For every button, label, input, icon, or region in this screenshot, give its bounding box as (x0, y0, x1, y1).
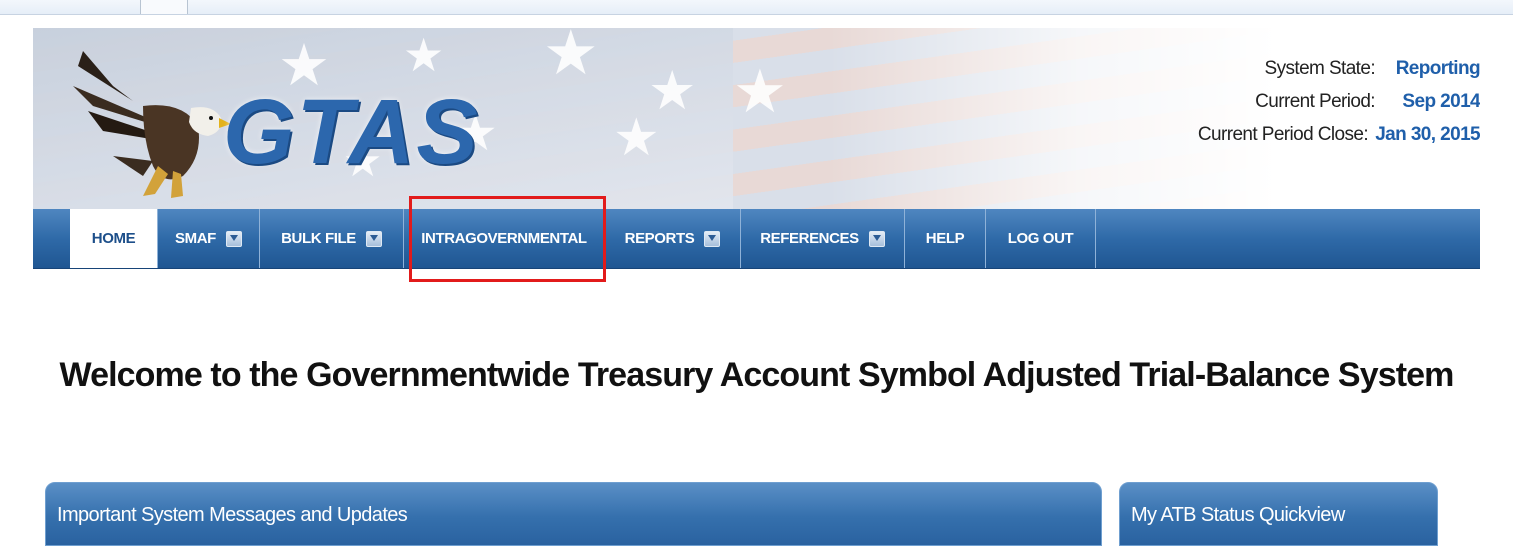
welcome-heading: Welcome to the Governmentwide Treasury A… (59, 356, 1455, 394)
star-icon: ★ (543, 28, 599, 89)
nav-bulk-file-label: BULK FILE (281, 230, 356, 247)
star-icon: ★ (733, 57, 787, 127)
atb-status-panel: My ATB Status Quickview (1119, 482, 1438, 546)
messages-panel-title: Important System Messages and Updates (57, 504, 408, 526)
nav-references-label: REFERENCES (760, 230, 859, 247)
header-banner: ★ ★ ★ ★ ★ ★ ★ ★ GTAS System State: Repor… (33, 28, 1480, 209)
current-period-value: Sep 2014 (1402, 91, 1480, 112)
nav-log-out-label: LOG OUT (1007, 230, 1074, 247)
chevron-down-icon[interactable] (704, 230, 721, 247)
eagle-icon (73, 51, 231, 198)
atb-status-panel-title: My ATB Status Quickview (1131, 504, 1345, 526)
nav-help[interactable]: HELP (905, 209, 986, 268)
nav-home[interactable]: HOME (70, 209, 157, 268)
nav-home-label: HOME (91, 230, 136, 247)
system-state-value: Reporting (1395, 58, 1480, 79)
nav-bulk-file[interactable]: BULK FILE (260, 209, 404, 268)
system-state-label: System State: (1264, 58, 1376, 79)
chevron-down-icon[interactable] (225, 230, 242, 247)
system-status-panel: System State: Reporting Current Period: … (1150, 54, 1480, 153)
nav-smaf-label: SMAF (175, 230, 216, 247)
messages-panel: Important System Messages and Updates (45, 482, 1102, 546)
nav-intragovernmental[interactable]: INTRAGOVERNMENTAL (404, 209, 605, 268)
nav-reports-label: REPORTS (624, 230, 695, 247)
nav-intragovernmental-label: INTRAGOVERNMENTAL (421, 230, 587, 247)
nav-log-out[interactable]: LOG OUT (986, 209, 1096, 268)
chevron-down-icon[interactable] (365, 230, 382, 247)
current-period-row: Current Period: Sep 2014 (1150, 87, 1480, 120)
chevron-down-icon[interactable] (868, 230, 885, 247)
period-close-row: Current Period Close: Jan 30, 2015 (1150, 120, 1480, 153)
gtas-logo[interactable]: GTAS (73, 46, 478, 206)
system-state-row: System State: Reporting (1150, 54, 1480, 87)
browser-tab-edge (140, 0, 188, 14)
main-nav: HOME SMAF BULK FILE INTRAGOVERNMENTAL RE… (33, 209, 1480, 269)
period-close-value: Jan 30, 2015 (1375, 124, 1480, 145)
browser-top-strip (0, 0, 1513, 15)
nav-help-label: HELP (925, 230, 965, 247)
star-icon: ★ (613, 108, 660, 168)
nav-smaf[interactable]: SMAF (157, 209, 260, 268)
nav-reports[interactable]: REPORTS (605, 209, 741, 268)
period-close-label: Current Period Close: (1197, 124, 1369, 145)
gtas-logo-text: GTAS (223, 81, 480, 183)
current-period-label: Current Period: (1255, 91, 1375, 112)
nav-references[interactable]: REFERENCES (741, 209, 905, 268)
